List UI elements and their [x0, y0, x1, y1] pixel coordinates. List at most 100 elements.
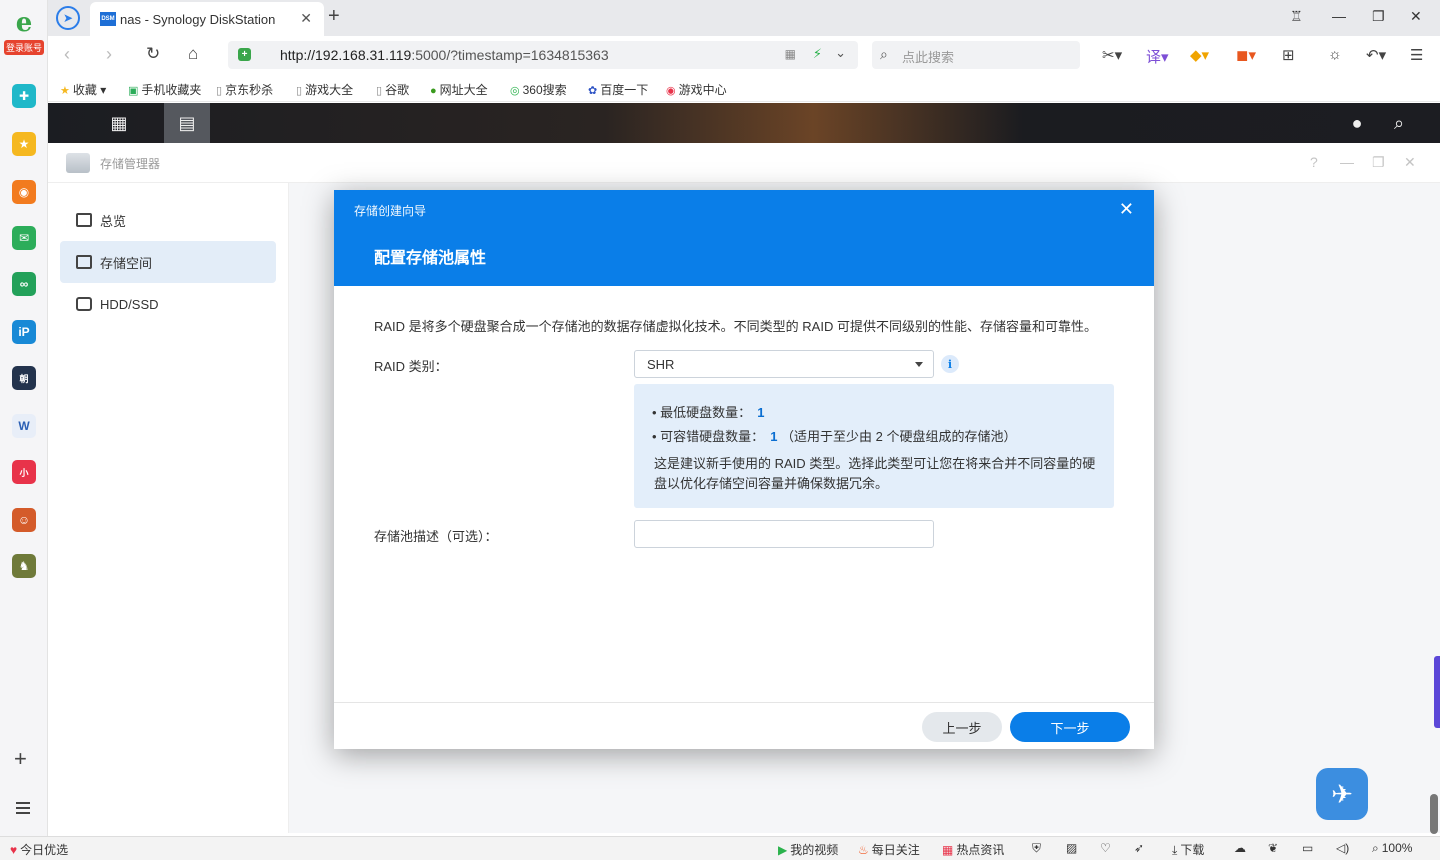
skin-icon[interactable]: ♖ — [1290, 8, 1303, 25]
grid-icon[interactable]: ⊞ — [1282, 46, 1295, 64]
hot-news[interactable]: ▦ 热点资讯 — [942, 841, 1004, 858]
storage-manager-taskbar-icon[interactable]: ▤ — [164, 103, 210, 143]
today-picks[interactable]: ♥ 今日优选 — [10, 841, 68, 858]
navigate-icon[interactable]: ➤ — [56, 6, 80, 30]
window-maximize-icon[interactable]: ❐ — [1372, 154, 1385, 171]
rocket-icon[interactable]: ➶ — [1134, 841, 1144, 855]
brightness-icon[interactable]: ☼ — [1328, 46, 1342, 63]
storage-wizard-dialog: 存储创建向导 配置存储池属性 ✕ RAID 是将多个硬盘聚合成一个存储池的数据存… — [334, 190, 1154, 749]
nav-storage[interactable]: 存储空间 — [60, 241, 276, 283]
bookmark-games[interactable]: ▯ 游戏大全 — [296, 81, 353, 98]
login-badge[interactable]: 登录账号 — [4, 40, 44, 55]
my-videos[interactable]: ▶ 我的视频 — [778, 841, 838, 858]
window-minimize-icon[interactable]: — — [1340, 154, 1354, 170]
scissors-icon[interactable]: ✂▾ — [1102, 46, 1122, 64]
news-icon: ▦ — [942, 843, 954, 857]
volume-icon[interactable]: ◁) — [1336, 841, 1349, 855]
shield-status-icon[interactable]: ⛨ — [1032, 841, 1041, 856]
word-app-icon[interactable]: W — [12, 414, 36, 438]
url-field[interactable]: + http://192.168.31.119:5000/?timestamp=… — [228, 41, 858, 69]
next-button[interactable]: 下一步 — [1010, 712, 1130, 742]
forward-icon[interactable]: › — [106, 44, 112, 65]
daily-follow[interactable]: ♨ 每日关注 — [858, 841, 920, 858]
qr-icon[interactable]: ▦ — [785, 47, 796, 61]
mail-app-icon[interactable]: ✉ — [12, 226, 36, 250]
news-app-icon[interactable]: 朝 — [12, 366, 36, 390]
health-icon[interactable]: ♡ — [1100, 841, 1111, 855]
page-icon: ▯ — [296, 85, 303, 97]
tab-title: nas - Synology DiskStation — [120, 12, 276, 27]
nav-overview[interactable]: 总览 — [60, 199, 276, 241]
bookmark-jd[interactable]: ▯ 京东秒杀 — [216, 81, 273, 98]
coin-icon[interactable]: ◆▾ — [1190, 46, 1209, 64]
nav-hdd-ssd[interactable]: HDD/SSD — [60, 283, 276, 325]
link-app-icon[interactable]: ∞ — [12, 272, 36, 296]
tab-close-icon[interactable]: ✕ — [300, 10, 312, 27]
leaf-icon[interactable]: ❦ — [1268, 841, 1278, 855]
raid-description: RAID 是将多个硬盘聚合成一个存储池的数据存储虚拟化技术。不同类型的 RAID… — [374, 319, 1097, 334]
url-text[interactable]: http://192.168.31.119:5000/?timestamp=16… — [280, 47, 609, 63]
new-tab-icon[interactable]: + — [328, 5, 340, 28]
menu-icon[interactable]: ☰ — [1410, 46, 1423, 64]
window-titlebar: 存储管理器 ? — ❐ ✕ — [48, 143, 1440, 183]
side-panel-handle[interactable] — [1434, 656, 1440, 728]
star-app-icon[interactable]: ★ — [12, 132, 36, 156]
main-menu-icon[interactable]: ▦ — [96, 103, 142, 143]
game2-app-icon[interactable]: ♞ — [12, 554, 36, 578]
pool-description-input[interactable] — [634, 520, 934, 548]
bookmarks-bar: ★ 收藏 ▾ ▣ 手机收藏夹 ▯ 京东秒杀 ▯ 游戏大全 ▯ 谷歌 ● 网址大全 ◎ 360搜… — [48, 76, 1440, 102]
browser-e-icon: e — [15, 8, 33, 38]
baidu-icon: ✿ — [588, 85, 598, 97]
back-icon[interactable]: ‹ — [64, 44, 70, 65]
dialog-close-icon[interactable]: ✕ — [1119, 199, 1134, 220]
previous-button[interactable]: 上一步 — [922, 712, 1002, 742]
game-center-icon: ◉ — [666, 85, 676, 97]
nav-overview-label: 总览 — [100, 213, 127, 229]
bookmark-baidu[interactable]: ✿ 百度一下 — [588, 81, 648, 98]
plus-app-icon[interactable]: ✚ — [12, 84, 36, 108]
sidebar-menu-icon[interactable] — [16, 802, 30, 817]
browser-tab[interactable]: DSM nas - Synology DiskStation ✕ — [90, 2, 324, 36]
translate-icon[interactable]: 译▾ — [1146, 46, 1169, 67]
redbook-app-icon[interactable]: 小 — [12, 460, 36, 484]
home-icon[interactable]: ⌂ — [188, 44, 198, 64]
game1-app-icon[interactable]: ☺ — [12, 508, 36, 532]
bookmark-360[interactable]: ◎ 360搜索 — [510, 81, 567, 98]
restore-icon[interactable]: ❐ — [1372, 8, 1385, 25]
url-dropdown-icon[interactable]: ⌄ — [835, 45, 846, 61]
ip-app-icon[interactable]: iP — [12, 320, 36, 344]
minimize-icon[interactable]: — — [1332, 8, 1346, 24]
speed-icon[interactable]: ⚡ — [813, 46, 822, 62]
reload-icon[interactable]: ↻ — [146, 44, 160, 64]
help-icon[interactable]: ? — [1310, 154, 1318, 170]
raid-type-label: RAID 类别： — [374, 359, 448, 374]
raid-type-select[interactable]: SHR — [634, 350, 934, 378]
window-close-icon[interactable]: ✕ — [1404, 154, 1416, 171]
bookmark-urls[interactable]: ● 网址大全 — [430, 81, 488, 98]
address-bar: ‹ › ↻ ⌂ + http://192.168.31.119:5000/?ti… — [48, 36, 1440, 76]
add-app-icon[interactable]: + — [14, 746, 27, 772]
window-close-icon[interactable]: ✕ — [1410, 8, 1422, 25]
tab-bar: ➤ DSM nas - Synology DiskStation ✕ + ♖ —… — [48, 0, 1440, 36]
bookmark-game-center[interactable]: ◉ 游戏中心 — [666, 81, 727, 98]
window-title: 存储管理器 — [100, 157, 161, 171]
dsm-search-icon[interactable]: ⌕ — [1376, 103, 1422, 143]
gamepad-icon[interactable]: ◼▾ — [1236, 46, 1256, 64]
search-field[interactable]: ⌕ 点此搜索 — [872, 41, 1080, 69]
undo-icon[interactable]: ↶▾ — [1366, 46, 1386, 64]
pool-description-label: 存储池描述（可选）： — [374, 529, 498, 544]
info-icon[interactable]: i — [941, 355, 959, 373]
download[interactable]: ⤓ 下载 — [1172, 841, 1204, 858]
bookmark-mobile[interactable]: ▣ 手机收藏夹 — [128, 81, 201, 98]
weibo-app-icon[interactable]: ◉ — [12, 180, 36, 204]
window-icon[interactable]: ▭ — [1302, 841, 1313, 855]
image-icon[interactable]: ▨ — [1066, 841, 1077, 855]
bird-assistant-icon[interactable]: ✈ — [1316, 768, 1368, 820]
zoom-level[interactable]: ⌕ 100% — [1372, 841, 1412, 856]
scrollbar[interactable] — [1430, 794, 1438, 834]
bookmark-favorites[interactable]: ★ 收藏 ▾ — [60, 81, 106, 98]
user-icon[interactable]: ● — [1334, 103, 1380, 143]
bookmark-google[interactable]: ▯ 谷歌 — [376, 81, 409, 98]
cloud-icon[interactable]: ☁ — [1234, 841, 1246, 855]
browser-logo[interactable]: e 登录账号 — [4, 8, 44, 56]
